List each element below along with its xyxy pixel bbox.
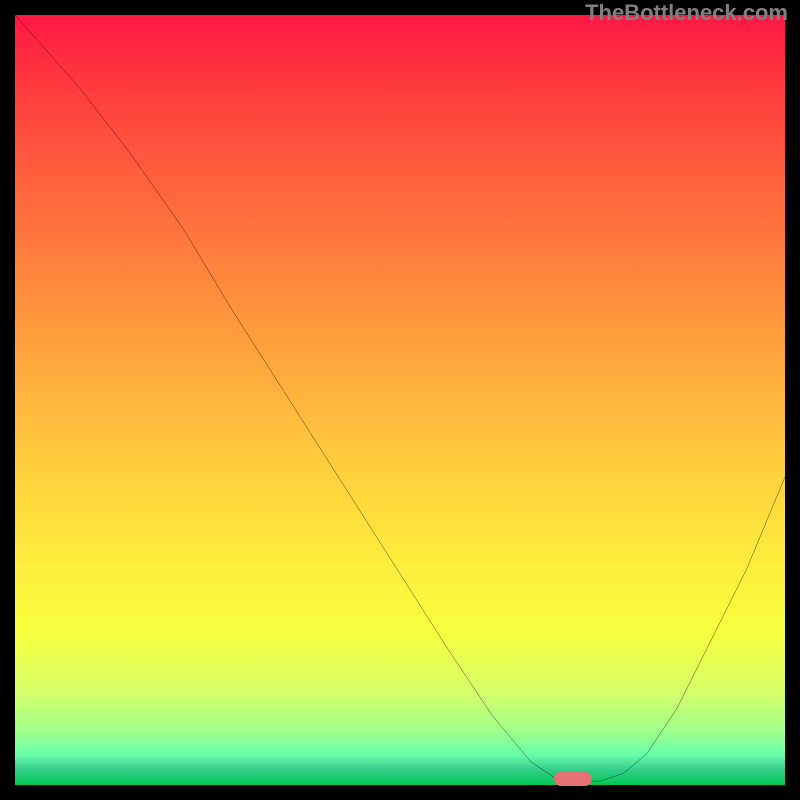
watermark-text: TheBottleneck.com	[585, 0, 788, 26]
curve-svg	[15, 15, 785, 785]
plot-area	[15, 15, 785, 785]
chart-container: TheBottleneck.com	[0, 0, 800, 800]
bottleneck-curve	[15, 15, 785, 781]
optimal-point-marker	[554, 772, 592, 786]
